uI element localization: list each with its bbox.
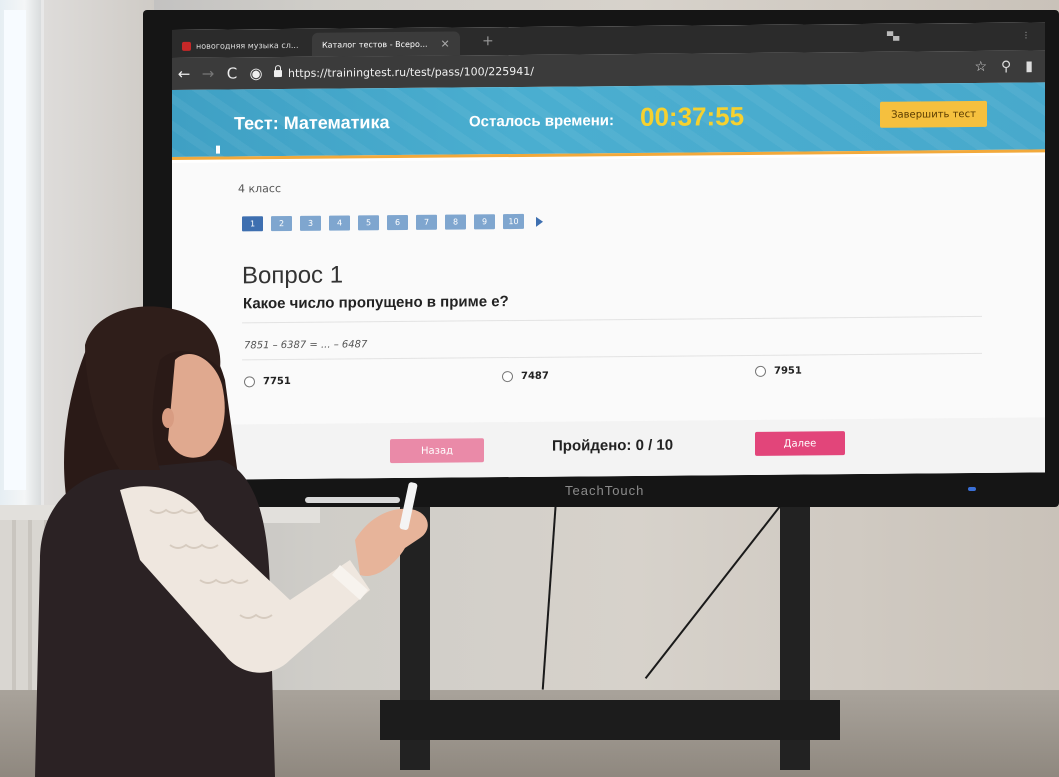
- browser-screen: новогодняя музыка сл... Каталог тестов -…: [172, 22, 1045, 481]
- tab-test-catalog[interactable]: Каталог тестов - Всеро... ✕: [312, 31, 460, 57]
- url-text: https://trainingtest.ru/test/pass/100/22…: [288, 64, 534, 80]
- question-pager: 1 2 3 4 5 6 7 8 9 10: [242, 213, 543, 232]
- page-button[interactable]: 2: [271, 215, 292, 232]
- tab-label: Каталог тестов - Всеро...: [322, 39, 428, 50]
- cable: [541, 499, 557, 690]
- star-icon[interactable]: ☆: [974, 59, 987, 75]
- search-icon[interactable]: ⚲: [1001, 59, 1011, 75]
- question-number: Вопрос 1: [242, 261, 344, 290]
- answer-label: 7487: [521, 370, 549, 382]
- tab-music[interactable]: новогодняя музыка сл...: [172, 33, 309, 58]
- countdown-timer: 00:37:55: [640, 101, 745, 132]
- grade-label: 4 класс: [238, 182, 282, 196]
- stand-base: [380, 700, 840, 740]
- question-footer: Назад Пройдено: 0 / 10 Далее: [172, 417, 1045, 480]
- test-header: Тест: Математика Осталось времени: 00:37…: [172, 82, 1045, 160]
- back-button[interactable]: Назад: [390, 438, 484, 464]
- answer-label: 7951: [774, 365, 802, 377]
- next-page-arrow-icon[interactable]: [536, 216, 543, 227]
- progress-counter: Пройдено: 0 / 10: [552, 436, 674, 455]
- page-button[interactable]: 6: [387, 214, 408, 231]
- page-button[interactable]: 4: [329, 215, 350, 231]
- time-left-label: Осталось времени:: [469, 112, 614, 131]
- divider: [242, 352, 982, 361]
- new-tab-icon[interactable]: +: [482, 33, 494, 49]
- math-example: 7851 – 6387 = ... – 6487: [244, 339, 368, 352]
- test-title: Тест: Математика: [234, 112, 390, 134]
- radio-button[interactable]: [502, 371, 513, 383]
- page-button[interactable]: 3: [300, 215, 321, 231]
- back-arrow-icon[interactable]: ←: [172, 65, 196, 83]
- dropdown-marker-icon: [216, 145, 220, 154]
- power-led: [968, 487, 976, 491]
- tv-brand-logo: TeachTouch: [565, 483, 645, 498]
- url-field[interactable]: https://trainingtest.ru/test/pass/100/22…: [274, 64, 534, 79]
- page-button[interactable]: 5: [358, 215, 379, 231]
- radio-button[interactable]: [244, 376, 255, 388]
- bookmark-icon[interactable]: ▮: [1025, 58, 1033, 74]
- answer-option[interactable]: 7487: [502, 370, 549, 383]
- window-minimize-icon[interactable]: ▀▄: [887, 32, 899, 41]
- finish-test-button[interactable]: Завершить тест: [880, 100, 987, 128]
- lock-icon: [274, 69, 282, 77]
- answer-label: 7751: [263, 375, 291, 388]
- site-info-icon[interactable]: ◉: [244, 64, 268, 82]
- page-button[interactable]: 7: [416, 214, 437, 230]
- page-button[interactable]: 1: [242, 216, 263, 232]
- answer-option[interactable]: 7751: [244, 375, 291, 388]
- radio-button[interactable]: [755, 365, 766, 377]
- window: [0, 0, 44, 520]
- stylus-tray-pen: [305, 497, 400, 503]
- page-button[interactable]: 9: [474, 214, 495, 230]
- cable: [644, 504, 782, 679]
- divider: [242, 315, 982, 324]
- answer-option[interactable]: 7951: [755, 366, 802, 377]
- page-button[interactable]: 8: [445, 214, 466, 230]
- page-button[interactable]: 10: [503, 213, 524, 230]
- yandex-favicon-icon: [182, 41, 191, 51]
- window-light: [4, 10, 26, 490]
- question-text: Какое число пропущено в приме е?: [243, 293, 509, 313]
- reload-icon[interactable]: C: [220, 64, 244, 82]
- next-button[interactable]: Далее: [755, 431, 845, 456]
- menu-dots-icon[interactable]: ⋮: [1022, 31, 1030, 40]
- question-panel: 4 класс 1 2 3 4 5 6 7 8 9 10 Вопрос 1 Ка…: [172, 155, 1045, 480]
- close-icon[interactable]: ✕: [441, 37, 450, 50]
- tab-label: новогодняя музыка сл...: [196, 40, 299, 51]
- forward-arrow-icon[interactable]: →: [196, 65, 220, 83]
